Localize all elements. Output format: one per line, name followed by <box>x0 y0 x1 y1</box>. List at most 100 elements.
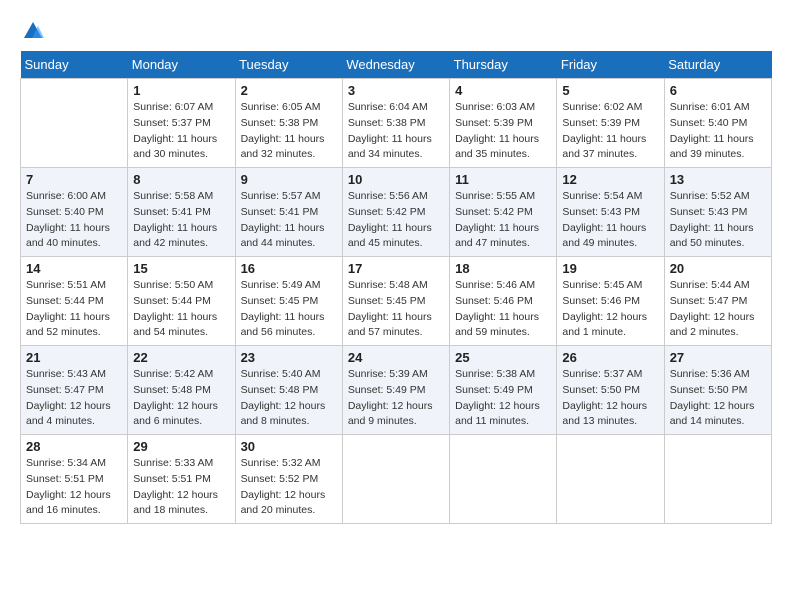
day-info: Sunrise: 5:49 AMSunset: 5:45 PMDaylight:… <box>241 278 337 341</box>
day-cell: 2Sunrise: 6:05 AMSunset: 5:38 PMDaylight… <box>235 79 342 168</box>
day-info: Sunrise: 6:07 AMSunset: 5:37 PMDaylight:… <box>133 100 229 163</box>
day-cell: 20 Sunrise: 5:44 AMSunset: 5:47 PMDayligh… <box>664 257 771 346</box>
day-number: 16 <box>241 261 337 276</box>
day-number: 4 <box>455 83 551 98</box>
day-number: 30 <box>241 439 337 454</box>
day-header-sunday: Sunday <box>21 51 128 79</box>
day-info: Sunrise: 5:48 AMSunset: 5:45 PMDaylight:… <box>348 278 444 341</box>
day-number: 29 <box>133 439 229 454</box>
day-cell: 15 Sunrise: 5:50 AMSunset: 5:44 PMDayligh… <box>128 257 235 346</box>
day-number: 13 <box>670 172 766 187</box>
day-info: Sunrise: 6:04 AMSunset: 5:38 PMDaylight:… <box>348 100 444 163</box>
day-number: 2 <box>241 83 337 98</box>
day-info: Sunrise: 6:03 AMSunset: 5:39 PMDaylight:… <box>455 100 551 163</box>
week-row-5: 28 Sunrise: 5:34 AMSunset: 5:51 PMDayligh… <box>21 435 772 524</box>
day-info: Sunrise: 5:42 AMSunset: 5:48 PMDaylight:… <box>133 367 229 430</box>
day-info: Sunrise: 5:51 AMSunset: 5:44 PMDaylight:… <box>26 278 122 341</box>
header-row: SundayMondayTuesdayWednesdayThursdayFrid… <box>21 51 772 79</box>
day-header-monday: Monday <box>128 51 235 79</box>
day-number: 28 <box>26 439 122 454</box>
day-number: 10 <box>348 172 444 187</box>
day-number: 14 <box>26 261 122 276</box>
day-cell <box>557 435 664 524</box>
logo-text <box>20 20 44 47</box>
day-info: Sunrise: 5:54 AMSunset: 5:43 PMDaylight:… <box>562 189 658 252</box>
day-info: Sunrise: 5:33 AMSunset: 5:51 PMDaylight:… <box>133 456 229 519</box>
day-number: 11 <box>455 172 551 187</box>
day-info: Sunrise: 5:34 AMSunset: 5:51 PMDaylight:… <box>26 456 122 519</box>
day-info: Sunrise: 5:39 AMSunset: 5:49 PMDaylight:… <box>348 367 444 430</box>
day-cell: 14 Sunrise: 5:51 AMSunset: 5:44 PMDayligh… <box>21 257 128 346</box>
day-cell: 17 Sunrise: 5:48 AMSunset: 5:45 PMDayligh… <box>342 257 449 346</box>
day-info: Sunrise: 5:43 AMSunset: 5:47 PMDaylight:… <box>26 367 122 430</box>
day-number: 23 <box>241 350 337 365</box>
day-number: 15 <box>133 261 229 276</box>
day-number: 7 <box>26 172 122 187</box>
day-cell: 19Sunrise: 5:45 AMSunset: 5:46 PMDayligh… <box>557 257 664 346</box>
logo <box>20 20 44 47</box>
day-number: 22 <box>133 350 229 365</box>
day-cell <box>21 79 128 168</box>
day-info: Sunrise: 5:52 AMSunset: 5:43 PMDaylight:… <box>670 189 766 252</box>
day-info: Sunrise: 5:40 AMSunset: 5:48 PMDaylight:… <box>241 367 337 430</box>
day-info: Sunrise: 5:56 AMSunset: 5:42 PMDaylight:… <box>348 189 444 252</box>
week-row-3: 14 Sunrise: 5:51 AMSunset: 5:44 PMDayligh… <box>21 257 772 346</box>
day-header-thursday: Thursday <box>450 51 557 79</box>
week-row-2: 7 Sunrise: 6:00 AMSunset: 5:40 PMDaylight… <box>21 168 772 257</box>
day-info: Sunrise: 5:57 AMSunset: 5:41 PMDaylight:… <box>241 189 337 252</box>
day-info: Sunrise: 5:32 AMSunset: 5:52 PMDaylight:… <box>241 456 337 519</box>
logo-icon <box>22 20 44 42</box>
day-number: 9 <box>241 172 337 187</box>
day-cell: 1 Sunrise: 6:07 AMSunset: 5:37 PMDaylight… <box>128 79 235 168</box>
calendar-table: SundayMondayTuesdayWednesdayThursdayFrid… <box>20 51 772 524</box>
day-info: Sunrise: 5:44 AMSunset: 5:47 PMDaylight:… <box>670 278 766 341</box>
day-number: 25 <box>455 350 551 365</box>
day-cell <box>342 435 449 524</box>
day-cell: 13 Sunrise: 5:52 AMSunset: 5:43 PMDayligh… <box>664 168 771 257</box>
day-info: Sunrise: 5:36 AMSunset: 5:50 PMDaylight:… <box>670 367 766 430</box>
day-cell: 11 Sunrise: 5:55 AMSunset: 5:42 PMDayligh… <box>450 168 557 257</box>
day-cell: 5Sunrise: 6:02 AMSunset: 5:39 PMDaylight… <box>557 79 664 168</box>
day-cell: 16 Sunrise: 5:49 AMSunset: 5:45 PMDayligh… <box>235 257 342 346</box>
day-number: 12 <box>562 172 658 187</box>
day-number: 21 <box>26 350 122 365</box>
day-number: 6 <box>670 83 766 98</box>
day-info: Sunrise: 5:45 AMSunset: 5:46 PMDaylight:… <box>562 278 658 341</box>
day-info: Sunrise: 5:58 AMSunset: 5:41 PMDaylight:… <box>133 189 229 252</box>
day-info: Sunrise: 5:50 AMSunset: 5:44 PMDaylight:… <box>133 278 229 341</box>
day-cell: 30 Sunrise: 5:32 AMSunset: 5:52 PMDayligh… <box>235 435 342 524</box>
day-info: Sunrise: 5:55 AMSunset: 5:42 PMDaylight:… <box>455 189 551 252</box>
page-header <box>20 20 772 47</box>
day-number: 26 <box>562 350 658 365</box>
day-cell: 12 Sunrise: 5:54 AMSunset: 5:43 PMDayligh… <box>557 168 664 257</box>
week-row-4: 21 Sunrise: 5:43 AMSunset: 5:47 PMDayligh… <box>21 346 772 435</box>
day-header-friday: Friday <box>557 51 664 79</box>
week-row-1: 1 Sunrise: 6:07 AMSunset: 5:37 PMDaylight… <box>21 79 772 168</box>
day-info: Sunrise: 5:37 AMSunset: 5:50 PMDaylight:… <box>562 367 658 430</box>
day-info: Sunrise: 6:01 AMSunset: 5:40 PMDaylight:… <box>670 100 766 163</box>
day-header-saturday: Saturday <box>664 51 771 79</box>
day-cell: 4 Sunrise: 6:03 AMSunset: 5:39 PMDaylight… <box>450 79 557 168</box>
day-cell: 25 Sunrise: 5:38 AMSunset: 5:49 PMDayligh… <box>450 346 557 435</box>
day-cell: 10 Sunrise: 5:56 AMSunset: 5:42 PMDayligh… <box>342 168 449 257</box>
day-number: 18 <box>455 261 551 276</box>
day-info: Sunrise: 5:38 AMSunset: 5:49 PMDaylight:… <box>455 367 551 430</box>
day-info: Sunrise: 6:00 AMSunset: 5:40 PMDaylight:… <box>26 189 122 252</box>
day-number: 3 <box>348 83 444 98</box>
day-cell: 22 Sunrise: 5:42 AMSunset: 5:48 PMDayligh… <box>128 346 235 435</box>
day-cell: 26 Sunrise: 5:37 AMSunset: 5:50 PMDayligh… <box>557 346 664 435</box>
day-info: Sunrise: 5:46 AMSunset: 5:46 PMDaylight:… <box>455 278 551 341</box>
day-cell <box>664 435 771 524</box>
day-cell: 3 Sunrise: 6:04 AMSunset: 5:38 PMDaylight… <box>342 79 449 168</box>
day-cell: 29 Sunrise: 5:33 AMSunset: 5:51 PMDayligh… <box>128 435 235 524</box>
day-number: 1 <box>133 83 229 98</box>
day-cell: 6 Sunrise: 6:01 AMSunset: 5:40 PMDaylight… <box>664 79 771 168</box>
day-cell: 23 Sunrise: 5:40 AMSunset: 5:48 PMDayligh… <box>235 346 342 435</box>
day-cell: 24Sunrise: 5:39 AMSunset: 5:49 PMDayligh… <box>342 346 449 435</box>
day-cell: 27Sunrise: 5:36 AMSunset: 5:50 PMDayligh… <box>664 346 771 435</box>
day-cell: 7 Sunrise: 6:00 AMSunset: 5:40 PMDaylight… <box>21 168 128 257</box>
day-number: 20 <box>670 261 766 276</box>
day-number: 17 <box>348 261 444 276</box>
day-cell: 21 Sunrise: 5:43 AMSunset: 5:47 PMDayligh… <box>21 346 128 435</box>
day-number: 5 <box>562 83 658 98</box>
